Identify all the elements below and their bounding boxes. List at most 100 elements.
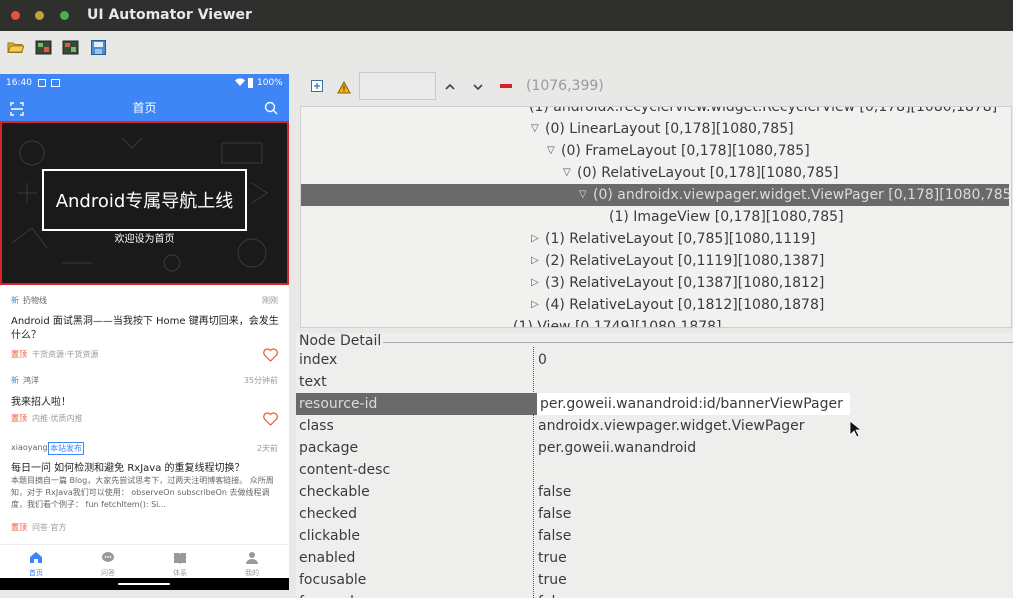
tab-mine[interactable]: 我的 <box>232 549 272 578</box>
property-row[interactable]: package per.goweii.wanandroid <box>296 437 1013 459</box>
chevron-up-icon[interactable] <box>444 78 456 97</box>
article-feed[interactable]: 新 扔物线 刚刚 Android 面试黑洞——当我按下 Home 键再切回来，会… <box>0 285 289 547</box>
heart-icon[interactable] <box>263 411 278 430</box>
device-screenshot-compressed-icon[interactable] <box>62 39 79 56</box>
open-folder-icon[interactable] <box>7 39 25 56</box>
close-window-button[interactable] <box>11 11 20 20</box>
app-toolbar: 首页 <box>0 94 289 121</box>
article-title: 每日一问 如何检测和避免 RxJava 的重复线程切换？ <box>11 463 245 474</box>
property-value[interactable]: androidx.viewpager.widget.ViewPager <box>538 415 805 437</box>
property-value[interactable]: true <box>538 569 567 591</box>
notification-icon <box>38 79 46 87</box>
tab-home[interactable]: 首页 <box>16 549 56 578</box>
property-value[interactable]: per.goweii.wanandroid <box>538 437 696 459</box>
expand-arrow-icon[interactable]: ▷ <box>531 250 541 272</box>
list-item[interactable]: 新 鸿洋 35分钟前 我来招人啦！ 置顶 内推·优质内推 <box>0 375 289 441</box>
property-row[interactable]: index 0 <box>296 349 1013 371</box>
cursor-coordinates: (1076,399) <box>526 78 604 94</box>
tab-system[interactable]: 体系 <box>160 549 200 578</box>
node-detail-panel: Node Detail index 0 text resource-id per.gow… <box>296 333 1013 598</box>
tree-node-label: (4) RelativeLayout [0,1812][1080,1878] <box>545 297 825 313</box>
device-screenshot-panel[interactable]: 16:40 100% 首页 Android专属导航上线 欢迎设为首页 新 扔物线… <box>0 74 289 590</box>
property-value[interactable]: true <box>538 547 567 569</box>
expand-all-icon[interactable] <box>311 80 323 92</box>
book-icon <box>174 553 186 564</box>
tree-node-label: (1) RelativeLayout [0,785][1080,1119] <box>545 231 816 247</box>
banner-view-pager[interactable]: Android专属导航上线 欢迎设为首页 <box>0 121 289 285</box>
heart-icon[interactable] <box>263 347 278 366</box>
property-key: package <box>299 440 359 456</box>
search-icon[interactable] <box>264 100 278 119</box>
article-excerpt: 本题目摘自一篇 Blog，大家先尝试思考下，过两天注明博客链接。 众所周知，对于… <box>11 476 274 509</box>
window-title: UI Automator Viewer <box>87 7 252 23</box>
panel-splitter[interactable] <box>289 66 296 598</box>
tab-label: 问答 <box>101 569 115 577</box>
wifi-icon <box>235 77 245 90</box>
collapse-arrow-icon[interactable]: ▽ <box>547 140 557 162</box>
mouse-cursor-icon <box>849 420 863 442</box>
property-key: content-desc <box>299 462 391 478</box>
list-item[interactable]: xiaoyang 本站发布 2天前 每日一问 如何检测和避免 RxJava 的重… <box>0 442 289 547</box>
expand-arrow-icon[interactable]: ▷ <box>531 228 541 250</box>
user-icon <box>246 552 258 564</box>
article-time: 刚刚 <box>262 296 278 305</box>
warning-icon[interactable] <box>337 79 351 98</box>
property-row[interactable]: focused false <box>296 591 1013 598</box>
hierarchy-toolbar: (1076,399) <box>300 66 1013 106</box>
expand-arrow-icon[interactable]: ▷ <box>531 294 541 316</box>
list-item[interactable]: 新 扔物线 刚刚 Android 面试黑洞——当我按下 Home 键再切回来，会… <box>0 285 289 371</box>
collapse-arrow-icon[interactable]: ▽ <box>563 162 573 184</box>
property-row[interactable]: focusable true <box>296 569 1013 591</box>
collapse-arrow-icon[interactable]: ▽ <box>531 118 541 140</box>
pinned-tag: 置顶 <box>11 523 27 532</box>
property-key: enabled <box>299 550 356 566</box>
pinned-tag: 置顶 <box>11 414 27 423</box>
property-value[interactable]: per.goweii.wanandroid:id/bannerViewPager <box>537 393 850 415</box>
article-category: 问答·官方 <box>32 523 67 532</box>
property-row[interactable]: checkable false <box>296 481 1013 503</box>
clear-search-icon[interactable] <box>500 84 512 88</box>
property-value[interactable]: 0 <box>538 349 547 371</box>
article-category: 干货资源·干货资源 <box>32 350 99 359</box>
property-row[interactable]: content-desc <box>296 459 1013 481</box>
property-key: checked <box>299 506 357 522</box>
device-screenshot-icon[interactable] <box>35 39 52 56</box>
property-row[interactable]: clickable false <box>296 525 1013 547</box>
tree-node[interactable]: ▽ (0) androidx.viewpager.widget.ViewPager… <box>301 184 1012 206</box>
property-key: checkable <box>299 484 370 500</box>
property-row[interactable]: text <box>296 371 1013 393</box>
gesture-handle[interactable] <box>118 583 170 585</box>
battery-icon <box>248 78 253 88</box>
home-icon <box>30 552 42 563</box>
property-value[interactable]: false <box>538 525 571 547</box>
property-row[interactable]: resource-id per.goweii.wanandroid:id/bann… <box>296 393 1013 415</box>
article-category: 内推·优质内推 <box>32 414 83 423</box>
official-badge: 本站发布 <box>48 442 84 455</box>
property-value[interactable]: false <box>538 481 571 503</box>
minimize-window-button[interactable] <box>35 11 44 20</box>
tab-label: 首页 <box>29 569 43 577</box>
save-icon[interactable] <box>90 39 107 56</box>
property-value[interactable]: false <box>538 503 571 525</box>
banner-title: Android专属导航上线 <box>55 191 234 212</box>
search-input[interactable] <box>359 72 436 100</box>
collapse-arrow-icon[interactable]: ▽ <box>579 184 589 206</box>
tab-qa[interactable]: 问答 <box>88 549 128 578</box>
hierarchy-tree[interactable]: (1) androidx.recyclerview.widget.Recycle… <box>300 106 1012 328</box>
panel-gap <box>0 590 289 598</box>
app-title: 首页 <box>132 101 157 115</box>
maximize-window-button[interactable] <box>60 11 69 20</box>
tree-node-label: (1) View [0,1749][1080,1878] <box>513 319 722 328</box>
property-row[interactable]: checked false <box>296 503 1013 525</box>
expand-arrow-icon[interactable]: ▷ <box>531 272 541 294</box>
article-title: 我来招人啦！ <box>11 397 71 408</box>
property-row[interactable]: enabled true <box>296 547 1013 569</box>
chevron-down-icon[interactable] <box>472 78 484 97</box>
window-titlebar: UI Automator Viewer <box>0 0 1013 31</box>
tree-node-label: (0) LinearLayout [0,178][1080,785] <box>545 121 794 137</box>
property-row[interactable]: class androidx.viewpager.widget.ViewPager <box>296 415 1013 437</box>
tree-node-label: (0) androidx.viewpager.widget.ViewPager … <box>593 187 1012 203</box>
property-value[interactable]: false <box>538 591 571 598</box>
new-badge: 新 <box>11 376 19 385</box>
tree-node-label: (0) RelativeLayout [0,178][1080,785] <box>577 165 839 181</box>
